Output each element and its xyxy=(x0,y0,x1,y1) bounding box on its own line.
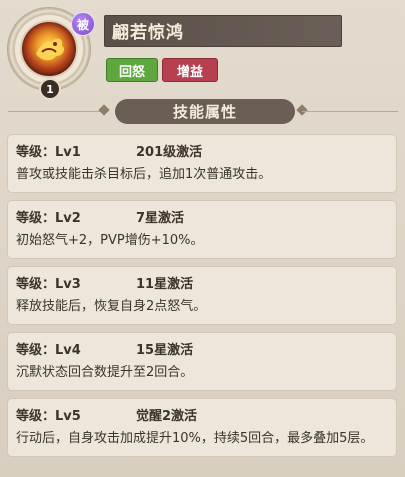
level-label: 等级：Lv1 xyxy=(16,144,81,160)
passive-badge: 被 xyxy=(71,12,95,36)
level-description: 普攻或技能击杀目标后，追加1次普通攻击。 xyxy=(16,167,272,182)
activation-condition: 觉醒2激活 xyxy=(136,408,198,424)
section-divider-right xyxy=(302,111,398,112)
level-description: 行动后，自身攻击加成提升10%，持续5回合，最多叠加5层。 xyxy=(16,431,374,446)
level-label: 等级：Lv3 xyxy=(16,276,81,292)
level-description: 初始怒气+2，PVP增伤+10%。 xyxy=(16,233,204,248)
tag-buff: 增益 xyxy=(162,58,218,82)
activation-condition: 7星激活 xyxy=(136,210,185,226)
activation-condition: 201级激活 xyxy=(136,144,203,160)
tag-rage-restore: 回怒 xyxy=(106,58,158,82)
section-divider-left xyxy=(8,111,102,112)
level-description: 释放技能后，恢复自身2点怒气。 xyxy=(16,299,207,314)
skill-level-badge: 1 xyxy=(39,78,61,100)
level-description: 沉默状态回合数提升至2回合。 xyxy=(16,365,194,380)
flame-bird-icon[interactable] xyxy=(22,22,76,76)
level-label: 等级：Lv5 xyxy=(16,408,81,424)
list-item: 等级：Lv5 觉醒2激活 行动后，自身攻击加成提升10%，持续5回合，最多叠加5… xyxy=(7,398,397,457)
section-heading: 技能属性 xyxy=(115,99,295,124)
list-item: 等级：Lv1 201级激活 普攻或技能击杀目标后，追加1次普通攻击。 xyxy=(7,134,397,193)
list-item: 等级：Lv4 15星激活 沉默状态回合数提升至2回合。 xyxy=(7,332,397,391)
activation-condition: 15星激活 xyxy=(136,342,194,358)
list-item: 等级：Lv3 11星激活 释放技能后，恢复自身2点怒气。 xyxy=(7,266,397,325)
level-label: 等级：Lv2 xyxy=(16,210,81,226)
activation-condition: 11星激活 xyxy=(136,276,194,292)
level-label: 等级：Lv4 xyxy=(16,342,81,358)
list-item: 等级：Lv2 7星激活 初始怒气+2，PVP增伤+10%。 xyxy=(7,200,397,259)
skill-level-list: 等级：Lv1 201级激活 普攻或技能击杀目标后，追加1次普通攻击。 等级：Lv… xyxy=(7,134,397,464)
skill-name: 翩若惊鸿 xyxy=(112,23,184,43)
